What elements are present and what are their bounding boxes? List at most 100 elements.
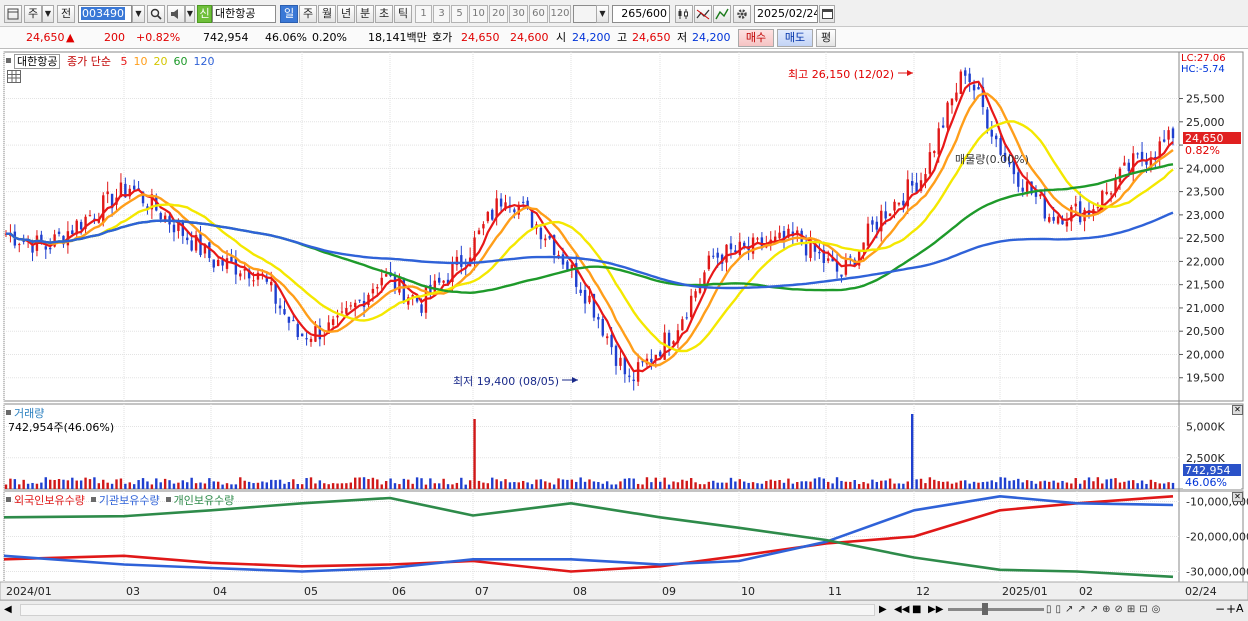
volume-bar [689, 478, 693, 489]
holding-panel-close-icon[interactable]: ✕ [1232, 492, 1243, 502]
interval-button-5[interactable]: 5 [451, 5, 468, 23]
volume-bar [521, 480, 525, 489]
price-y-label-8: 21,500 [1186, 279, 1225, 292]
rewind-icon[interactable]: ◀◀ [894, 603, 909, 617]
interval-button-20[interactable]: 20 [489, 5, 508, 23]
period-tab-3[interactable]: 년 [337, 5, 355, 23]
volume-panel-frame [3, 403, 1244, 490]
period-tab-2[interactable]: 월 [318, 5, 336, 23]
candle-body [866, 223, 870, 246]
horizontal-scrollbar-track[interactable] [20, 604, 875, 616]
candle-body [278, 305, 282, 309]
scroll-right-icon[interactable]: ▶ [879, 603, 891, 617]
volume-bar [1048, 481, 1051, 489]
stock-name-field[interactable]: 대한항공 [212, 5, 276, 23]
legend-ma-5: 5 [120, 55, 128, 68]
period-tab-1[interactable]: 주 [299, 5, 317, 23]
volume-bar [831, 483, 834, 489]
data-table-icon[interactable] [7, 70, 21, 83]
volume-bar [849, 481, 852, 489]
code-dropdown-icon[interactable]: ▼ [132, 5, 145, 23]
interval-button-60[interactable]: 60 [529, 5, 548, 23]
period-tab-6[interactable]: 틱 [394, 5, 412, 23]
sell-button[interactable]: 매도 [777, 29, 813, 47]
price-y-label-7: 22,000 [1186, 255, 1225, 268]
stop-icon[interactable]: ■ [912, 603, 924, 617]
volume-bar [597, 482, 600, 489]
auto-scale-icon[interactable]: A [1236, 602, 1246, 616]
candle-body [1171, 128, 1175, 139]
evaluation-button[interactable]: 평 [816, 29, 836, 47]
volume-bar [234, 484, 238, 489]
speaker-icon[interactable] [167, 5, 185, 23]
drawing-tools-strip[interactable]: ▯▯↗↗↗⊕⊘⊞⊡◎ [1046, 603, 1226, 617]
candle-body [928, 152, 932, 174]
interval-dropdown-icon[interactable]: ▼ [596, 5, 609, 23]
volume-bar [583, 481, 587, 489]
compare-icon[interactable] [694, 5, 712, 23]
candle-body [1123, 162, 1126, 166]
price-y-label-11: 20,000 [1186, 348, 1225, 361]
volume-bar [628, 478, 631, 489]
x-axis-label-11: 2025/01 [1002, 585, 1048, 598]
stock-code-input[interactable]: 003490 [78, 5, 132, 23]
prev-button[interactable]: 전 [57, 5, 75, 23]
candle-body [1105, 191, 1108, 194]
volume-bar [977, 482, 980, 489]
buy-button[interactable]: 매수 [738, 29, 774, 47]
candle-body [955, 92, 958, 101]
volume-bar [862, 482, 865, 489]
volume-bar [97, 483, 101, 489]
search-icon[interactable] [147, 5, 165, 23]
volume-bar [261, 481, 264, 489]
candle-body [681, 319, 684, 331]
zoom-slider-thumb[interactable] [982, 603, 988, 615]
volume-bar [1123, 481, 1126, 489]
candle-body [946, 102, 949, 128]
interval-button-3[interactable]: 3 [433, 5, 450, 23]
price-y-label-10: 20,500 [1186, 325, 1225, 338]
interval-button-30[interactable]: 30 [509, 5, 528, 23]
volume-bar [252, 483, 255, 489]
volume-bar [796, 481, 799, 489]
interval-button-120[interactable]: 120 [549, 5, 571, 23]
window-menu-icon[interactable] [4, 5, 22, 23]
volume-bar [283, 483, 286, 489]
chart-type-icon[interactable] [675, 5, 693, 23]
volume-bar [460, 477, 463, 489]
zoom-in-icon[interactable]: + [1226, 602, 1236, 616]
volume-bar [296, 484, 299, 489]
volume-bar [623, 478, 627, 489]
volume-bar [566, 479, 569, 489]
scroll-left-icon[interactable]: ◀ [4, 603, 18, 617]
volume-bar [933, 479, 936, 489]
fast-forward-icon[interactable]: ▶▶ [928, 603, 943, 617]
date-input[interactable]: 2025/02/24 [754, 5, 818, 23]
volume-panel-close-icon[interactable]: ✕ [1232, 405, 1243, 415]
candle-body [636, 362, 640, 382]
trend-line-icon[interactable] [713, 5, 731, 23]
settings-gear-icon[interactable] [733, 5, 751, 23]
candle-body [331, 319, 335, 325]
volume-bar [791, 483, 795, 489]
candle-body [314, 326, 317, 342]
market-dropdown-icon[interactable]: ▼ [42, 5, 54, 23]
volume-bar [897, 483, 901, 489]
period-tab-5[interactable]: 초 [375, 5, 393, 23]
stock-chart-canvas[interactable]: 2024/01 03 04 05 06 07 08 09 10 11 12 2025/01 02 02/2… [0, 50, 1248, 621]
volume-bar [49, 479, 52, 489]
zoom-slider-track[interactable] [948, 608, 1044, 611]
calendar-icon[interactable] [819, 5, 835, 23]
zoom-out-icon[interactable]: − [1215, 602, 1225, 616]
volume-bar [415, 477, 419, 489]
period-tab-4[interactable]: 분 [356, 5, 374, 23]
volume-bar [1167, 482, 1170, 489]
volume-bar [910, 414, 914, 489]
data-count-field[interactable]: 265/600 [612, 5, 670, 23]
interval-button-1[interactable]: 1 [415, 5, 432, 23]
interval-button-10[interactable]: 10 [469, 5, 488, 23]
market-button[interactable]: 주 [24, 5, 42, 23]
volume-bar [75, 480, 78, 489]
speaker-dropdown-icon[interactable]: ▼ [185, 5, 195, 23]
period-tab-0[interactable]: 일 [280, 5, 298, 23]
